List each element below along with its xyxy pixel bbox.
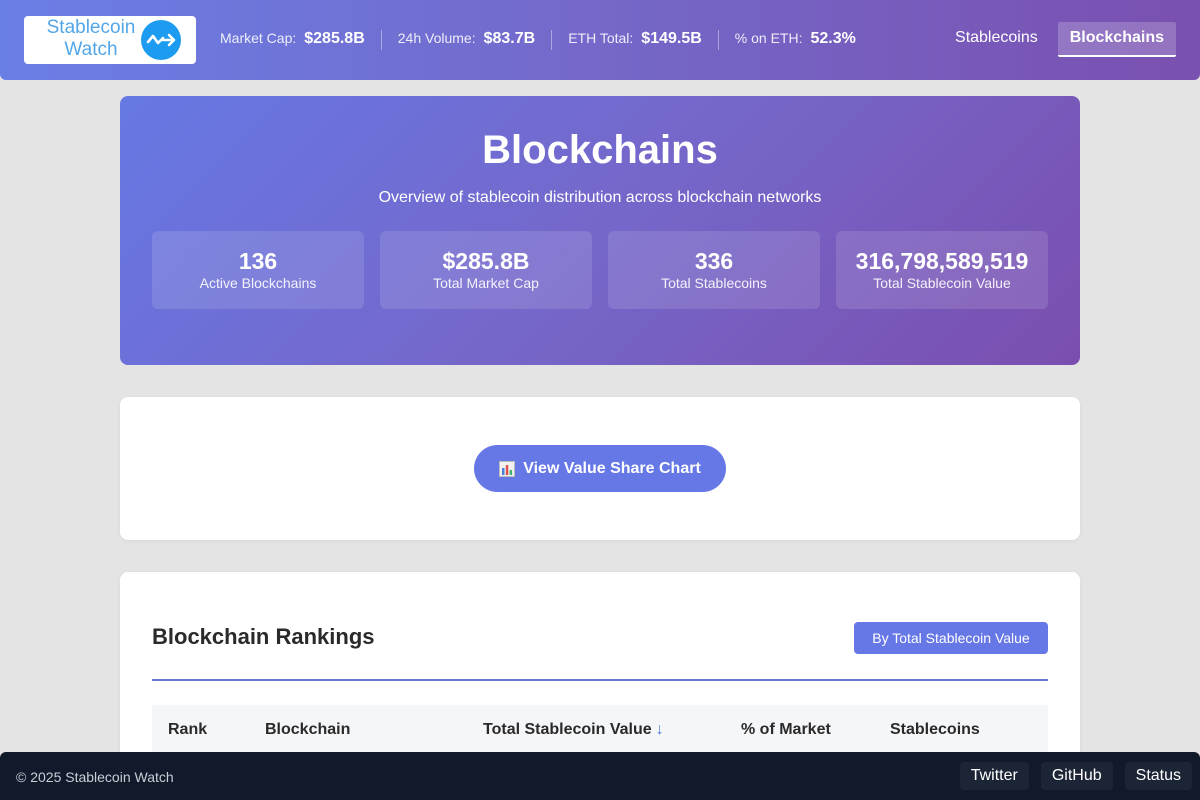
summary-card-total-market-cap: $285.8B Total Market Cap [380,231,592,309]
summary-card-total-stablecoins: 336 Total Stablecoins [608,231,820,309]
chart-panel: View Value Share Chart [120,397,1080,540]
table-header: Rank Blockchain Total Stablecoin Value ↓ … [152,705,1048,755]
nav-stablecoins[interactable]: Stablecoins [945,22,1048,57]
summary-card-total-stablecoin-value: 316,798,589,519 Total Stablecoin Value [836,231,1048,309]
sort-down-icon: ↓ [655,721,664,738]
view-value-share-chart-button[interactable]: View Value Share Chart [474,445,726,492]
stat-label: ETH Total: [568,30,634,46]
rankings-title: Blockchain Rankings [152,624,375,649]
card-value: 316,798,589,519 [855,248,1029,274]
column-header-total-value[interactable]: Total Stablecoin Value ↓ [483,721,664,739]
footer: © 2025 Stablecoin Watch Twitter GitHub S… [0,752,1200,800]
column-header-percent-market[interactable]: % of Market [741,721,831,739]
market-stats: Market Cap: $285.8B 24h Volume: $83.7B E… [220,29,872,51]
card-label: Total Stablecoins [661,275,767,291]
copyright-text: © 2025 Stablecoin Watch [16,769,174,785]
stat-label: 24h Volume: [397,30,476,46]
bar-chart-icon [499,460,516,477]
column-header-stablecoins[interactable]: Stablecoins [890,721,980,739]
stat-24h-volume: 24h Volume: $83.7B [380,30,551,50]
footer-link-github[interactable]: GitHub [1040,762,1113,790]
summary-card-active-blockchains: 136 Active Blockchains [152,231,364,309]
logo-line-1: Stablecoin [46,17,136,38]
page-title: Blockchains [482,128,718,172]
stat-market-cap: Market Cap: $285.8B [220,30,381,50]
stat-value: 52.3% [810,30,856,47]
column-label: Total Stablecoin Value [483,721,652,738]
card-label: Total Stablecoin Value [873,275,1011,291]
column-header-rank[interactable]: Rank [168,721,207,739]
page-subtitle: Overview of stablecoin distribution acro… [378,189,822,206]
stat-label: Market Cap: [220,30,297,46]
card-label: Total Market Cap [433,275,539,291]
footer-link-status[interactable]: Status [1124,762,1192,790]
top-header: Stablecoin Watch Market Cap: $285.8B 24h… [0,0,1200,80]
footer-link-twitter[interactable]: Twitter [959,762,1029,790]
trend-arrow-icon [141,20,181,60]
card-value: 336 [694,248,734,274]
summary-cards: 136 Active Blockchains $285.8B Total Mar… [152,231,1048,309]
stat-label: % on ETH: [734,30,803,46]
nav-blockchains[interactable]: Blockchains [1057,22,1176,57]
stat-value: $149.5B [641,30,702,47]
card-value: $285.8B [442,248,530,274]
card-label: Active Blockchains [199,275,317,291]
card-value: 136 [238,248,278,274]
logo[interactable]: Stablecoin Watch [24,16,196,64]
hero-banner: Blockchains Overview of stablecoin distr… [120,96,1080,365]
footer-links: Twitter GitHub Status [959,762,1192,790]
stat-value: $83.7B [483,30,536,47]
logo-text: Stablecoin Watch [36,17,146,61]
stat-value: $285.8B [304,30,365,47]
logo-line-2: Watch [64,39,118,60]
column-header-blockchain[interactable]: Blockchain [265,721,350,739]
stat-percent-on-eth: % on ETH: 52.3% [717,30,872,50]
main-nav: Stablecoins Blockchains [945,22,1176,57]
sort-by-value-button[interactable]: By Total Stablecoin Value [854,622,1048,654]
divider [152,679,1048,681]
stat-eth-total: ETH Total: $149.5B [551,30,718,50]
chart-button-label: View Value Share Chart [523,459,701,477]
